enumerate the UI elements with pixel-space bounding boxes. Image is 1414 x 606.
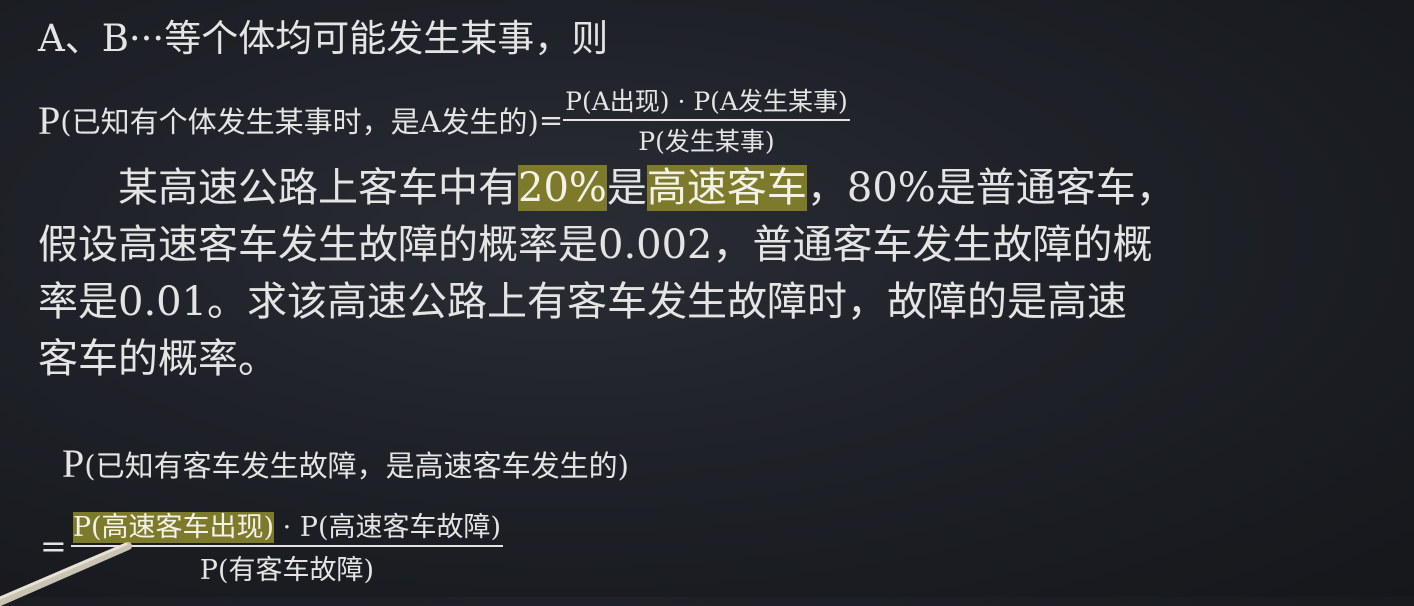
bayes-rule-formula: P (已知有个体发生某事时，是A发生的) = P(A出现) · P(A发生某事)… (38, 82, 850, 158)
solution-numerator-rest: · P(高速客车故障) (274, 512, 502, 543)
rule-equals: = (538, 103, 564, 137)
highlight-percent: 20% (518, 165, 607, 211)
problem-line-3: 率是0.01。求该高速公路上有客车发生故障时，故障的是高速 (38, 279, 1128, 325)
rule-denominator: P(发生某事) (638, 127, 775, 156)
problem-text: ，80%是普通客车， (806, 165, 1176, 211)
probability-symbol: P (62, 441, 85, 486)
pointer-stick (0, 542, 132, 606)
problem-line-1: 某高速公路上客车中有20%是高速客车，80%是普通客车， (38, 160, 1176, 217)
rule-fraction: P(A出现) · P(A发生某事) P(发生某事) (563, 82, 850, 158)
solution-condition: (已知有客车发生故障，是高速客车发生的) (84, 448, 629, 483)
solution-condition-line: P (已知有客车发生故障，是高速客车发生的) (62, 440, 629, 487)
problem-text: 是 (606, 165, 647, 211)
rule-intro: A、B···等个体均可能发生某事，则 (38, 17, 609, 60)
highlight-express-bus: 高速客车 (646, 165, 807, 211)
rule-condition: (已知有个体发生某事时，是A发生的) (60, 105, 539, 139)
problem-text: 某高速公路上客车中有 (118, 165, 518, 211)
rule-numerator: P(A出现) · P(A发生某事) (563, 82, 850, 121)
problem-line-2: 假设高速客车发生故障的概率是0.002，普通客车发生故障的概 (38, 222, 1153, 268)
solution-denominator: P(有客车故障) (199, 555, 375, 586)
problem-line-4: 客车的概率。 (38, 336, 278, 382)
problem-statement: 某高速公路上客车中有20%是高速客车，80%是普通客车， 假设高速客车发生故障的… (38, 160, 1176, 388)
probability-symbol: P (38, 97, 61, 143)
